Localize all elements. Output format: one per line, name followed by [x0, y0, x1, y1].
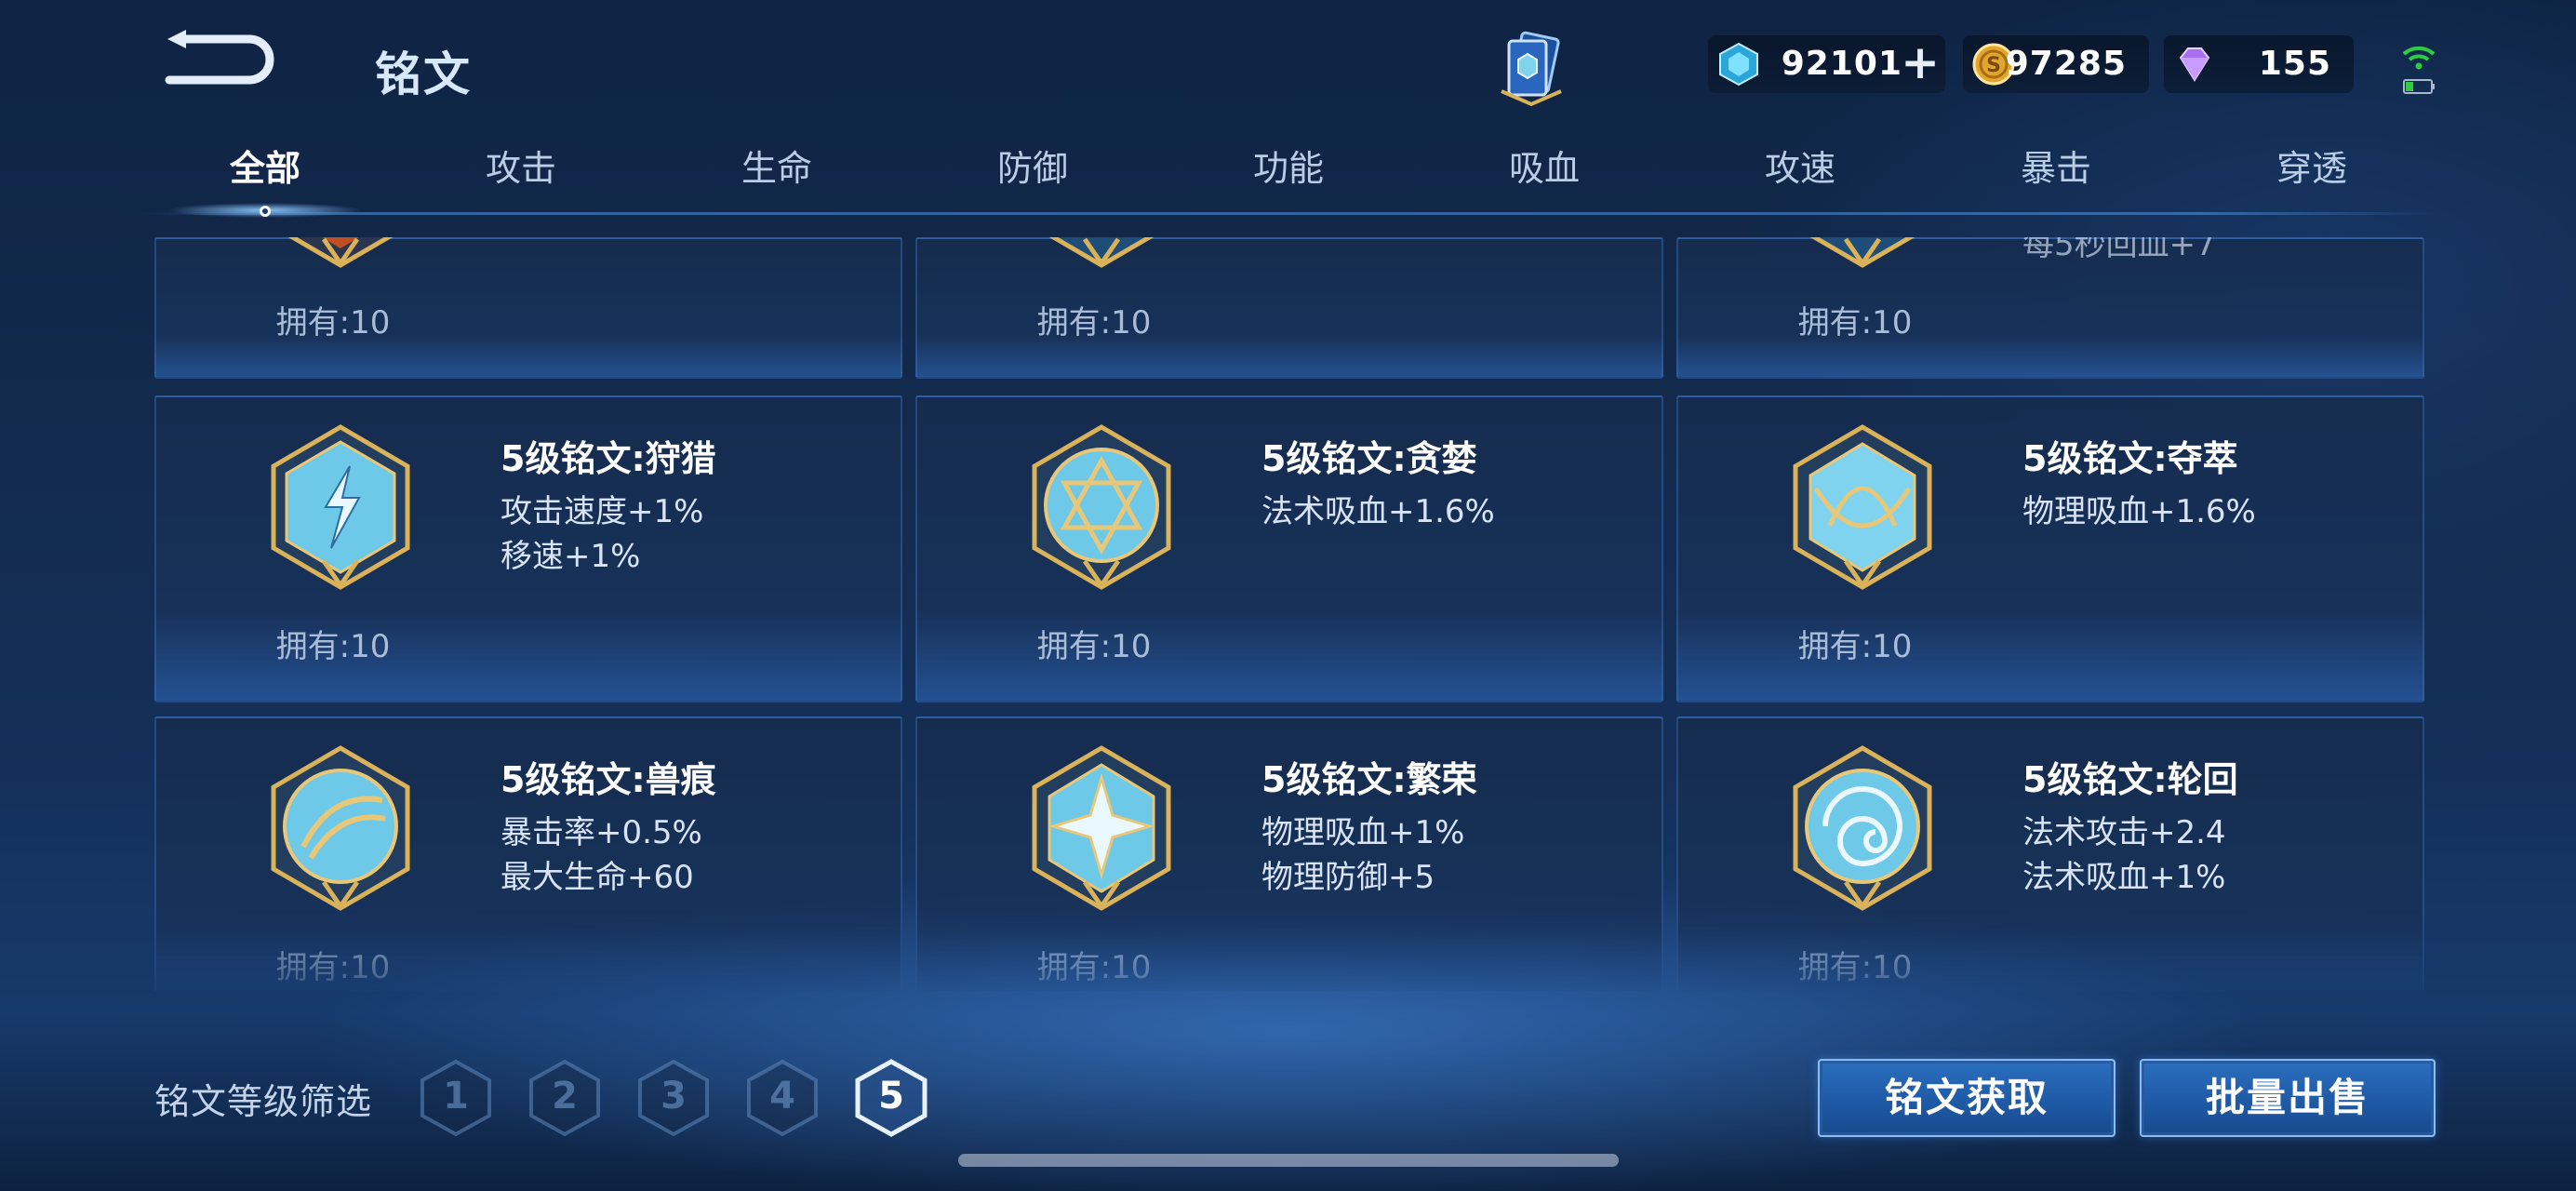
active-tab-dot	[260, 206, 271, 217]
level-filter-5-label: 5	[878, 1075, 904, 1117]
level-filter-1-label: 1	[443, 1075, 469, 1117]
greed-emblem-icon	[1027, 423, 1176, 591]
inscription-stat: 攻击速度+1%	[501, 493, 704, 530]
prosperity-emblem-icon	[1027, 744, 1176, 912]
inscription-stat: 法术吸血+1.6%	[1261, 493, 1495, 530]
beast-mark-emblem-icon	[266, 744, 415, 912]
inscription-stat: 物理吸血+1.6%	[2022, 493, 2256, 530]
tab-utility[interactable]: 功能	[1195, 140, 1381, 191]
tab-defense[interactable]: 防御	[940, 140, 1126, 191]
inscription-name: 5级铭文:轮回	[2022, 759, 2238, 800]
inscription-card-plunder[interactable]: 5级铭文:夺萃 物理吸血+1.6% 拥有:10	[1676, 395, 2424, 703]
level-filter-4-label: 4	[769, 1075, 795, 1117]
reincarnation-emblem-icon	[1788, 744, 1937, 912]
gem-value: 92101	[1781, 45, 1902, 83]
tab-divider	[140, 212, 2437, 215]
back-button[interactable]	[160, 28, 276, 95]
inscription-stat: 物理防御+5	[1261, 859, 1435, 896]
category-tabs: 全部 攻击 生命 防御 功能 吸血 攻速 暴击 穿透	[140, 140, 2437, 218]
level-filter-1[interactable]: 1	[419, 1058, 493, 1138]
status-area	[2391, 37, 2447, 102]
owned-count: 拥有:10	[275, 628, 391, 665]
level-filter-5[interactable]: 5	[854, 1058, 928, 1138]
diamond-value: 155	[2258, 45, 2331, 83]
inscription-stat: 每5秒回血+7	[2022, 237, 2216, 263]
inscription-emblem-icon	[266, 237, 415, 269]
level-filter-3[interactable]: 3	[636, 1058, 711, 1138]
gem-currency: 92101 +	[1708, 35, 1945, 93]
inscription-deck-icon[interactable]	[1488, 26, 1574, 112]
inscription-name: 5级铭文:兽痕	[501, 759, 716, 800]
hunting-emblem-icon	[266, 423, 415, 591]
owned-count: 拥有:10	[1036, 628, 1152, 665]
owned-count: 拥有:10	[1036, 949, 1152, 986]
owned-count: 拥有:10	[275, 304, 391, 341]
owned-count: 拥有:10	[1797, 949, 1913, 986]
tab-health[interactable]: 生命	[684, 140, 870, 191]
purple-diamond-icon	[2179, 47, 2210, 82]
inscription-card-prosperity[interactable]: 5级铭文:繁荣 物理吸血+1% 物理防御+5 拥有:10	[915, 716, 1663, 991]
tab-penetration[interactable]: 穿透	[2219, 140, 2405, 191]
inscription-grid[interactable]: 拥有:10 拥有:10 每5秒回血+7 拥有:10 5级铭文:狩猎 攻击速度+1…	[149, 237, 2428, 991]
blue-gem-icon	[1719, 42, 1758, 87]
bulk-sell-button[interactable]: 批量出售	[2140, 1059, 2436, 1137]
inscription-card[interactable]: 拥有:10	[915, 237, 1663, 379]
inscription-card-reincarnation[interactable]: 5级铭文:轮回 法术攻击+2.4 法术吸血+1% 拥有:10	[1676, 716, 2424, 991]
diamond-currency: 155	[2164, 35, 2354, 93]
page-title: 铭文	[375, 47, 472, 101]
inscription-emblem-icon	[1788, 237, 1937, 269]
coin-value: 97285	[2005, 45, 2127, 83]
inscription-name: 5级铭文:狩猎	[501, 438, 716, 479]
inscription-card-beast-mark[interactable]: 5级铭文:兽痕 暴击率+0.5% 最大生命+60 拥有:10	[154, 716, 902, 991]
coin-currency: S 97285	[1963, 35, 2149, 93]
inscription-stat: 物理吸血+1%	[1261, 814, 1465, 851]
inscription-stat: 法术攻击+2.4	[2022, 814, 2226, 851]
tab-critical[interactable]: 暴击	[1963, 140, 2149, 191]
home-indicator[interactable]	[958, 1154, 1619, 1167]
inscription-name: 5级铭文:繁荣	[1261, 759, 1477, 800]
inscription-emblem-icon	[1027, 237, 1176, 269]
inscription-name: 5级铭文:贪婪	[1261, 438, 1477, 479]
inscription-card-hunting[interactable]: 5级铭文:狩猎 攻击速度+1% 移速+1% 拥有:10	[154, 395, 902, 703]
level-filter-label: 铭文等级筛选	[154, 1081, 373, 1122]
tab-attack[interactable]: 攻击	[428, 140, 614, 191]
level-filter-4[interactable]: 4	[745, 1058, 820, 1138]
inscription-name: 5级铭文:夺萃	[2022, 438, 2238, 479]
level-filter-3-label: 3	[661, 1075, 687, 1117]
owned-count: 拥有:10	[1797, 628, 1913, 665]
owned-count: 拥有:10	[275, 949, 391, 986]
acquire-inscription-button[interactable]: 铭文获取	[1818, 1059, 2116, 1137]
inscription-stat: 法术吸血+1%	[2022, 859, 2226, 896]
owned-count: 拥有:10	[1797, 304, 1913, 341]
inscription-stat: 移速+1%	[501, 538, 641, 575]
svg-text:S: S	[1986, 54, 2001, 77]
battery-icon	[2403, 79, 2435, 94]
tab-lifesteal[interactable]: 吸血	[1451, 140, 1637, 191]
tab-attack-speed[interactable]: 攻速	[1707, 140, 1893, 191]
inscription-card[interactable]: 拥有:10	[154, 237, 902, 379]
tab-all[interactable]: 全部	[172, 140, 358, 191]
inscription-card[interactable]: 每5秒回血+7 拥有:10	[1676, 237, 2424, 379]
level-filter-2[interactable]: 2	[527, 1058, 602, 1138]
back-arrow-icon	[165, 30, 274, 85]
owned-count: 拥有:10	[1036, 304, 1152, 341]
inscription-stat: 暴击率+0.5%	[501, 814, 702, 851]
inscription-stat: 最大生命+60	[501, 859, 694, 896]
level-filter-2-label: 2	[552, 1075, 578, 1117]
plunder-emblem-icon	[1788, 423, 1937, 591]
inscription-card-greed[interactable]: 5级铭文:贪婪 法术吸血+1.6% 拥有:10	[915, 395, 1663, 703]
wifi-icon	[2402, 46, 2436, 70]
add-gem-button[interactable]: +	[1901, 39, 1940, 86]
